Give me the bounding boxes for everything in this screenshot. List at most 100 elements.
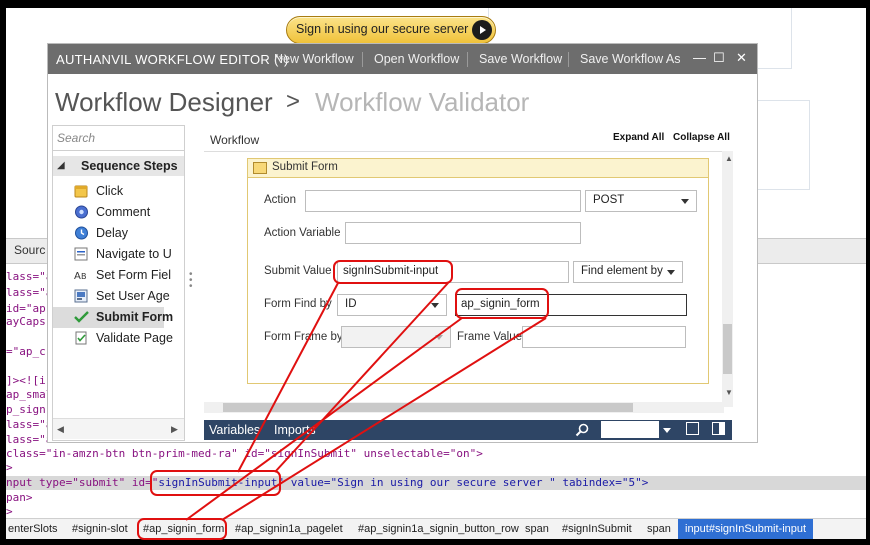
step-item-label: Navigate to U bbox=[96, 247, 172, 261]
maximize-icon[interactable]: ☐ bbox=[713, 50, 725, 66]
steps-group-label: Sequence Steps bbox=[81, 159, 178, 173]
expand-all-link[interactable]: Expand All bbox=[613, 132, 664, 143]
click-icon bbox=[74, 185, 88, 198]
action-input[interactable] bbox=[305, 190, 581, 212]
step-item-validate-page[interactable]: Validate Page bbox=[53, 328, 173, 349]
devtools-breadcrumb: enterSlots #signin-slot #ap_signin_form … bbox=[6, 518, 866, 539]
signin-button[interactable]: Sign in using our secure server bbox=[286, 16, 496, 44]
code-line: p_sign bbox=[6, 403, 46, 416]
form-find-by-value: ID bbox=[345, 298, 357, 310]
breadcrumb-item[interactable]: #signInSubmit bbox=[562, 523, 632, 535]
breadcrumb-item-selected[interactable]: input#signInSubmit-input bbox=[678, 519, 814, 539]
form-frame-by-label: Form Frame by bbox=[264, 331, 343, 343]
steps-search-input[interactable]: Search bbox=[53, 126, 184, 151]
search-icon[interactable] bbox=[575, 423, 589, 437]
form-find-value-input[interactable]: ap_signin_form bbox=[455, 294, 687, 316]
scroll-up-icon[interactable]: ▲ bbox=[725, 154, 733, 163]
breadcrumb-item[interactable]: #ap_signin_form bbox=[143, 523, 224, 535]
tab-variables[interactable]: Variables bbox=[209, 423, 260, 437]
step-item-label: Click bbox=[96, 184, 124, 198]
svg-text:A: A bbox=[74, 271, 81, 282]
step-item-submit-form[interactable]: Submit Form bbox=[53, 307, 173, 328]
action-variable-input[interactable] bbox=[345, 222, 581, 244]
breadcrumb-workflow-designer[interactable]: Workflow Designer bbox=[55, 87, 273, 118]
restore-window-icon[interactable] bbox=[712, 422, 725, 435]
breadcrumb-workflow-validator[interactable]: Workflow Validator bbox=[315, 87, 529, 118]
scroll-right-icon[interactable]: ▶ bbox=[171, 424, 178, 435]
step-item-label: Set User Age bbox=[96, 289, 170, 303]
checkmark-icon bbox=[74, 311, 89, 323]
splitter-grip-icon[interactable]: • • • bbox=[189, 270, 193, 292]
step-item-click[interactable]: Click bbox=[53, 181, 164, 202]
menu-save-workflow[interactable]: Save Workflow bbox=[479, 52, 562, 66]
title-bar: AUTHANVIL WORKFLOW EDITOR (*) New Workfl… bbox=[48, 44, 757, 74]
submit-value-label: Submit Value bbox=[264, 265, 332, 277]
folder-icon bbox=[253, 162, 267, 174]
step-card-header[interactable]: Submit Form bbox=[248, 159, 708, 178]
action-label: Action bbox=[264, 194, 296, 206]
step-item-delay[interactable]: Delay bbox=[53, 223, 164, 244]
workflow-editor-window: AUTHANVIL WORKFLOW EDITOR (*) New Workfl… bbox=[48, 44, 757, 442]
step-item-label: Validate Page bbox=[96, 331, 173, 345]
scroll-down-icon[interactable]: ▼ bbox=[725, 388, 733, 397]
form-find-by-label: Form Find by bbox=[264, 298, 332, 310]
breadcrumb-item[interactable]: span bbox=[525, 523, 549, 535]
code-line: > bbox=[6, 461, 13, 474]
scrollbar-thumb[interactable] bbox=[223, 403, 633, 412]
step-item-navigate[interactable]: Navigate to U bbox=[53, 244, 172, 265]
collapse-triangle-icon[interactable]: ◢ bbox=[57, 160, 65, 171]
menu-open-workflow[interactable]: Open Workflow bbox=[374, 52, 459, 66]
code-line: ]><![i bbox=[6, 374, 46, 387]
code-line: lass="a bbox=[6, 418, 53, 431]
scrollbar-thumb[interactable] bbox=[723, 324, 732, 374]
steps-group-header[interactable]: ◢ Sequence Steps bbox=[53, 156, 184, 176]
scroll-left-icon[interactable]: ◀ bbox=[57, 424, 64, 435]
play-arrow-icon bbox=[472, 20, 492, 40]
code-line: lass="a bbox=[6, 286, 53, 299]
submit-value-input[interactable]: signInSubmit-input bbox=[337, 261, 569, 283]
frame-value-input[interactable] bbox=[522, 326, 686, 348]
user-agent-icon bbox=[74, 289, 88, 303]
code-input-suffix: " value="Sign in using our secure server… bbox=[277, 476, 649, 489]
breadcrumb-separator: > bbox=[286, 88, 301, 115]
code-line: ="ap_c bbox=[6, 345, 46, 358]
code-line: ap_smal bbox=[6, 388, 53, 401]
menu-new-workflow[interactable]: New Workflow bbox=[274, 52, 354, 66]
devtools-tab-sources[interactable]: Sourc bbox=[14, 243, 45, 257]
search-placeholder: Search bbox=[57, 131, 96, 145]
breadcrumb-item[interactable]: span bbox=[647, 523, 671, 535]
code-line: class="in-amzn-btn btn-prim-med-ra" id="… bbox=[6, 447, 483, 460]
step-item-label: Comment bbox=[96, 205, 151, 219]
menu-save-workflow-as[interactable]: Save Workflow As bbox=[580, 52, 681, 66]
svg-text:B: B bbox=[81, 272, 87, 281]
collapse-all-link[interactable]: Collapse All bbox=[673, 132, 730, 143]
breadcrumb-item[interactable]: #ap_signin1a_signin_button_row bbox=[358, 523, 519, 535]
breadcrumb-item[interactable]: #ap_signin1a_pagelet bbox=[235, 523, 343, 535]
step-item-comment[interactable]: Comment bbox=[53, 202, 164, 223]
sequence-steps-panel: Search ◢ Sequence Steps Click Comment De… bbox=[52, 125, 185, 441]
validate-icon bbox=[75, 331, 87, 345]
clock-icon bbox=[75, 226, 88, 240]
fit-to-screen-icon[interactable] bbox=[686, 422, 699, 435]
chevron-down-icon[interactable] bbox=[663, 428, 671, 433]
step-item-set-form-field[interactable]: AB Set Form Fiel bbox=[53, 265, 171, 286]
steps-horizontal-scrollbar[interactable]: ◀ ▶ bbox=[53, 418, 184, 439]
find-element-by-select[interactable]: Find element by bbox=[573, 261, 683, 283]
code-line: lass="a bbox=[6, 433, 53, 446]
method-value: POST bbox=[593, 194, 625, 206]
method-select[interactable]: POST bbox=[585, 190, 697, 212]
code-input-id: signInSubmit-input bbox=[158, 476, 278, 489]
frame-value-label: Frame Value bbox=[457, 331, 522, 343]
form-find-by-select[interactable]: ID bbox=[337, 294, 447, 316]
minimize-icon[interactable]: — bbox=[693, 50, 706, 65]
bottom-search-input[interactable] bbox=[601, 421, 659, 438]
signin-button-label: Sign in using our secure server bbox=[296, 22, 469, 36]
navigate-icon bbox=[74, 247, 88, 261]
tab-imports[interactable]: Imports bbox=[274, 423, 316, 437]
close-icon[interactable]: ✕ bbox=[736, 50, 747, 66]
step-item-set-user-agent[interactable]: Set User Age bbox=[53, 286, 170, 307]
form-frame-by-select[interactable] bbox=[341, 326, 451, 348]
breadcrumb-item[interactable]: enterSlots bbox=[8, 523, 58, 535]
step-item-label: Set Form Fiel bbox=[96, 268, 172, 282]
breadcrumb-item[interactable]: #signin-slot bbox=[72, 523, 128, 535]
